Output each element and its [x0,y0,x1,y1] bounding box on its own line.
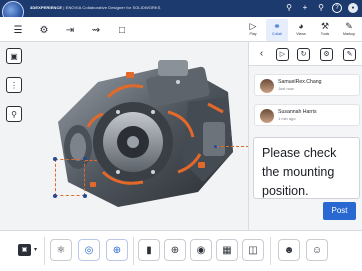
zoom-area-icon[interactable]: ⚲ [6,106,22,122]
app-header: 3DEXPERIENCE | ENOVIA Collaborative Desi… [0,0,362,23]
frame-icon[interactable]: ▦ [216,239,238,261]
tab-tools[interactable]: ⚒ Tools [314,19,336,41]
views-icon: ◕ [298,21,304,31]
battery-icon[interactable]: ▮ [138,239,160,261]
3d-viewport[interactable] [28,42,274,230]
selection-handle[interactable] [53,194,57,198]
add-icon[interactable]: ⊕ [106,239,128,261]
search-icon[interactable]: ⚲ [284,3,294,13]
avatar [260,79,274,93]
camera-icon[interactable]: ◉ [190,239,212,261]
tab-collab[interactable]: ⚭ Collab [266,19,288,41]
fit-view-icon[interactable]: ▣ [6,48,22,64]
post-button[interactable]: Post [323,202,356,220]
comment-message-input[interactable]: Please check the mounting position. [253,137,360,199]
comment-pin[interactable] [214,145,217,148]
comment-panel: ‹ ▷ ↻ ⚙ ✎ SamuelRex.Chang Just now Susan… [248,42,362,230]
tab-tools-label: Tools [320,32,330,36]
settings-icon[interactable]: ⚙ [320,48,333,61]
tab-markup-label: Markup [343,32,355,36]
tab-markup[interactable]: ✎ Markup [338,19,360,41]
comment-card[interactable]: SamuelRex.Chang Just now [254,74,360,96]
comment-time: Just now [278,86,294,91]
measure-icon[interactable]: ⚛ [50,239,72,261]
comment-author: Susannah Harris [278,109,317,115]
panel-toolbar: ‹ ▷ ↻ ⚙ ✎ [249,42,362,66]
avatar [260,109,274,123]
export-icon[interactable]: ◫ [242,239,264,261]
tab-collab-label: Collab [271,32,283,36]
markup-icon: ✎ [345,21,353,31]
select-box-icon[interactable]: □ [116,24,128,36]
chevron-down-icon[interactable]: ▾ [34,246,37,253]
divider [270,237,271,265]
selection-handle[interactable] [53,157,57,161]
plus-icon[interactable]: + [300,3,310,13]
bottom-dock: ▣ ▾ ⚛ ◎ ⊕ ▮ ⊕ ◉ ▦ ◫ ☻ ☺ [0,230,362,271]
divider [133,237,134,265]
play-icon: ▷ [249,21,257,31]
team-icon[interactable]: ☺ [306,239,328,261]
app-title: 3DEXPERIENCE | ENOVIA Collaborative Desi… [30,5,161,10]
help-icon[interactable]: ? [332,3,342,13]
selection-handle[interactable] [83,194,87,198]
comment-add-icon[interactable]: ✎ [343,48,356,61]
tab-views[interactable]: ◕ Views [290,19,312,41]
left-tool-column: ▣ ⋮ ⚲ [6,48,22,122]
main-toolbar: ☰ ⚙ ⇥ ⇝ □ ▷ Play ⚭ Collab ◕ Views ⚒ Tool… [0,17,362,42]
target-icon[interactable]: ◎ [78,239,100,261]
structure-icon[interactable]: ⋮ [6,77,22,93]
collab-icon: ⚭ [273,21,281,31]
comment-card[interactable]: Susannah Harris 1 min ago [254,104,360,126]
comment-time: 1 min ago [278,116,296,121]
collab-share-icon[interactable]: ↻ [297,48,310,61]
selection-box[interactable] [53,157,87,198]
back-icon[interactable]: ‹ [255,48,268,61]
play-icon[interactable]: ▷ [276,48,289,61]
layout-icon[interactable]: ▣ [18,244,31,256]
tab-play-label: Play [249,32,257,36]
app-subtitle: | ENOVIA Collaborative Designer for SOLI… [63,5,161,10]
brand-name: 3DEXPERIENCE [30,5,63,10]
user-action-icon[interactable]: ☻ [278,239,300,261]
hierarchy-icon[interactable]: ☰ [12,24,24,36]
settings-icon[interactable]: ⚙ [38,24,50,36]
divider [44,237,45,265]
share-tree-icon[interactable]: ⇝ [90,24,102,36]
tools-icon: ⚒ [320,21,330,31]
user-avatar[interactable]: ● [348,3,358,13]
share-icon[interactable]: ⚲ [316,3,326,13]
comment-author: SamuelRex.Chang [278,79,322,85]
tab-views-label: Views [296,32,306,36]
annotation-leader-line [85,160,97,161]
zoom-in-icon[interactable]: ⊕ [164,239,186,261]
engine-model-icon[interactable] [28,42,248,230]
import-icon[interactable]: ⇥ [64,24,76,36]
tab-play[interactable]: ▷ Play [242,19,264,41]
